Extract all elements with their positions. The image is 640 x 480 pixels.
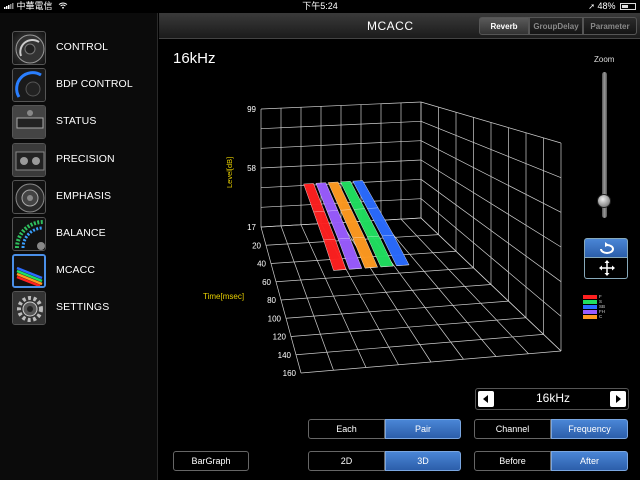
sidebar-item-mcacc[interactable]: MCACC (10, 253, 154, 289)
speaker-cone-icon (12, 180, 46, 214)
move-arrows-icon (599, 260, 615, 276)
zoom-slider-thumb[interactable] (597, 193, 611, 208)
arrow-left-icon[interactable] (478, 391, 494, 407)
before-button[interactable]: Before (474, 451, 551, 471)
x-tick-label: 120 (273, 333, 287, 342)
sidebar-item-label: SETTINGS (56, 301, 110, 313)
tab-groupdelay[interactable]: GroupDelay (529, 17, 583, 35)
mcacc-graph-icon (12, 254, 46, 288)
grid-line (380, 220, 497, 357)
legend-swatch (583, 305, 597, 309)
sidebar-item-label: BDP CONTROL (56, 78, 133, 90)
battery-fill (622, 5, 628, 8)
after-button[interactable]: After (551, 451, 628, 471)
legend-entry: C (583, 314, 623, 320)
sidebar-item-label: STATUS (56, 115, 97, 127)
legend-label: C (599, 314, 603, 319)
tab-parameter[interactable]: Parameter (583, 17, 637, 35)
legend-swatch (583, 295, 597, 299)
frequency-button[interactable]: Frequency (551, 419, 628, 439)
sidebar-item-label: MCACC (56, 264, 95, 276)
legend-swatch (583, 300, 597, 304)
y-tick-label: 17 (247, 223, 256, 232)
y-axis-label: Level[dB] (225, 157, 234, 188)
reverb-3d-chart[interactable]: 17 58 99 20 40 60 80 100 120 140 160 Level[dB] Time[… (159, 40, 579, 385)
pair-button[interactable]: Pair (385, 419, 461, 439)
speaker-dial-icon (12, 31, 46, 65)
blue-dial-icon (12, 68, 46, 102)
sidebar-item-control[interactable]: CONTROL (10, 30, 154, 66)
sidebar-item-balance[interactable]: BALANCE (10, 216, 154, 252)
sidebar: CONTROL BDP CONTROL STATUS PRECISION EMP… (0, 13, 158, 480)
header-bar: MCACC Reverb GroupDelay Parameter (159, 13, 640, 39)
move-button[interactable] (584, 258, 628, 279)
zoom-label: Zoom (594, 55, 615, 64)
battery-icon (620, 3, 636, 10)
grid-line (400, 218, 529, 354)
sidebar-item-label: EMPHASIS (56, 190, 112, 202)
arrow-right-icon[interactable] (610, 391, 626, 407)
page-title: MCACC (367, 19, 414, 33)
legend-swatch (583, 315, 597, 319)
sidebar-item-bdp-control[interactable]: BDP CONTROL (10, 67, 154, 103)
x-axis-label: Time[msec] (203, 292, 244, 301)
clock: 下午5:24 (302, 1, 338, 11)
bargraph-button[interactable]: BarGraph (173, 451, 249, 471)
x-tick-label: 80 (267, 296, 276, 305)
chart-legend: F S SB FH C (583, 294, 623, 320)
x-tick-label: 160 (283, 369, 297, 378)
2d-button[interactable]: 2D (308, 451, 385, 471)
sidebar-item-settings[interactable]: SETTINGS (10, 290, 154, 326)
x-tick-label: 140 (278, 351, 292, 360)
battery-percent: 48% (597, 1, 616, 11)
x-tick-label: 40 (257, 260, 266, 269)
sidebar-item-label: PRECISION (56, 153, 115, 165)
frequency-selector: 16kHz (475, 388, 629, 410)
frequency-value: 16kHz (535, 391, 570, 405)
sidebar-item-precision[interactable]: PRECISION (10, 142, 154, 178)
status-bar: 中華電信 下午5:24 ➚ 48% (0, 0, 640, 13)
sidebar-item-status[interactable]: STATUS (10, 104, 154, 140)
each-button[interactable]: Each (308, 419, 385, 439)
y-tick-label: 99 (247, 105, 256, 114)
channel-button[interactable]: Channel (474, 419, 551, 439)
gear-icon (12, 291, 46, 325)
level-meter-icon (12, 217, 46, 251)
rotate-button[interactable] (584, 238, 628, 258)
main-panel: 16kHz 17 58 99 20 40 60 80 100 120 140 160 Level[dB… (159, 40, 640, 480)
sidebar-item-emphasis[interactable]: EMPHASIS (10, 179, 154, 215)
rotate-icon (600, 242, 614, 254)
3d-button[interactable]: 3D (385, 451, 461, 471)
legend-swatch (583, 310, 597, 314)
x-tick-label: 60 (262, 278, 271, 287)
lock-rotation-icon: ➚ (588, 2, 595, 11)
knob-panel-icon (12, 143, 46, 177)
grid-line (280, 225, 334, 371)
battery-indicator: ➚ 48% (588, 0, 636, 13)
tab-reverb[interactable]: Reverb (479, 17, 529, 35)
sidebar-item-label: BALANCE (56, 227, 106, 239)
display-panel-icon (12, 105, 46, 139)
x-tick-label: 100 (268, 314, 282, 323)
x-tick-label: 20 (252, 241, 261, 250)
sidebar-item-label: CONTROL (56, 41, 109, 53)
y-tick-label: 58 (247, 164, 256, 173)
